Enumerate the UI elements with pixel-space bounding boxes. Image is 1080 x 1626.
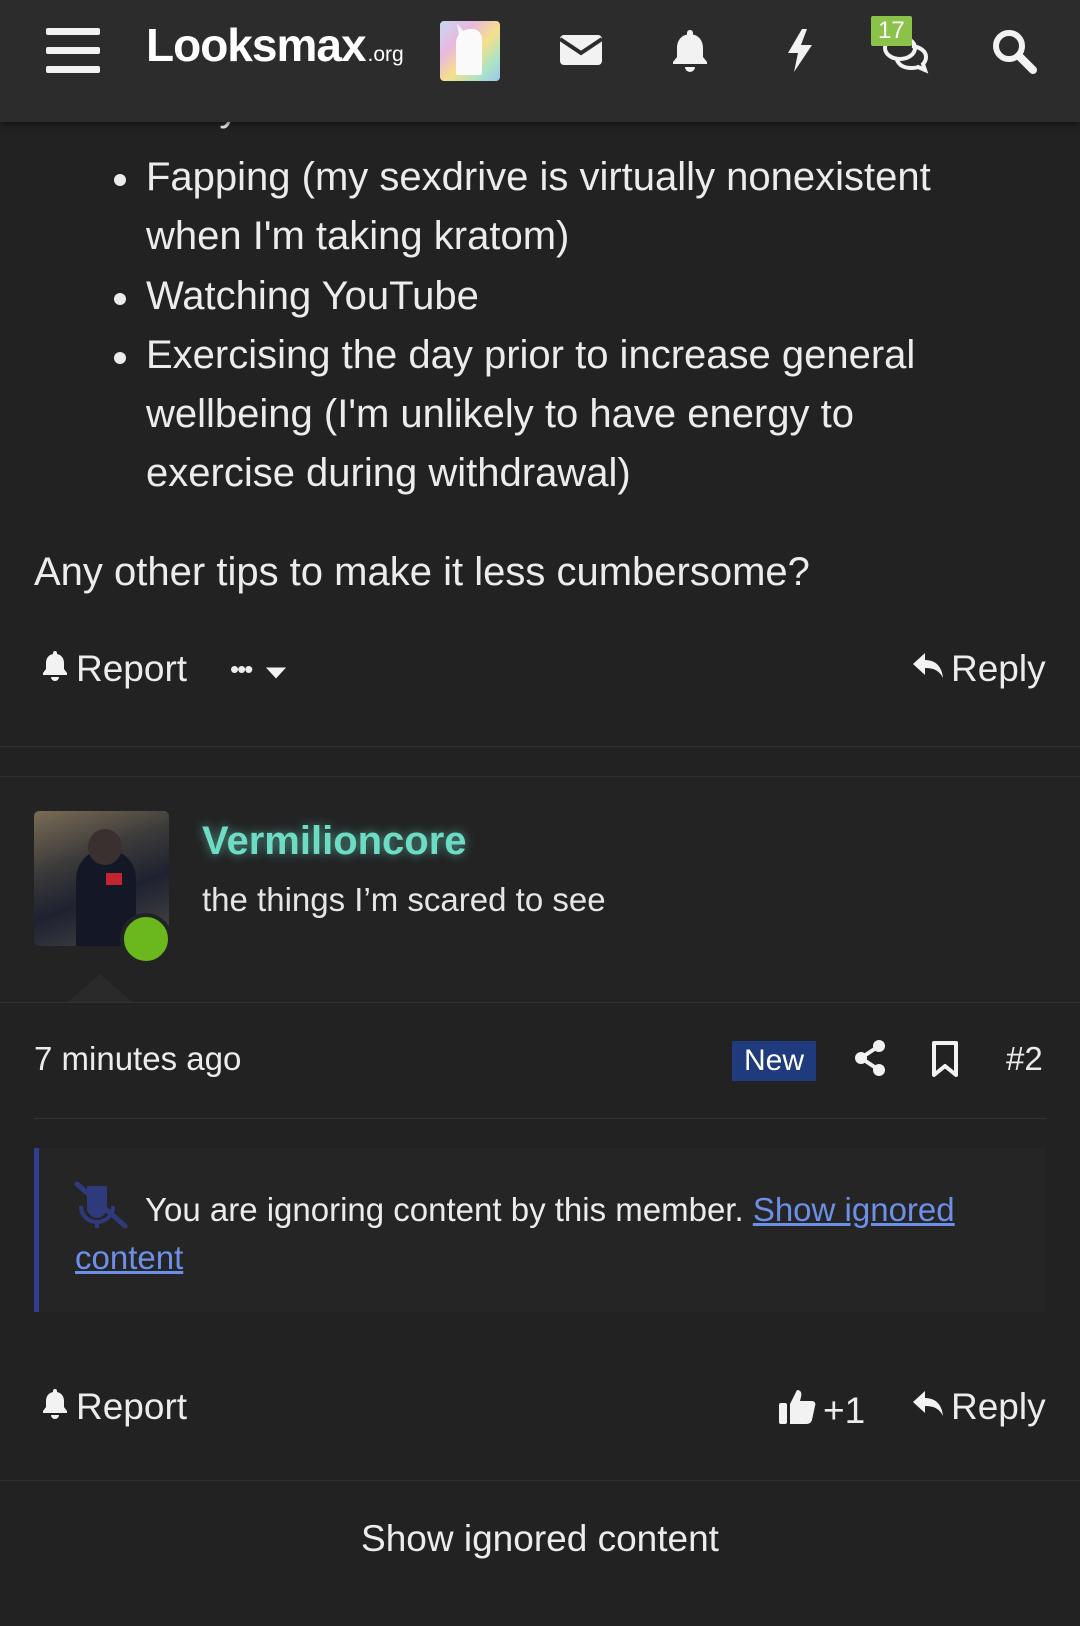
divider (0, 746, 1080, 747)
user-title: the things I’m scared to see (202, 881, 606, 918)
user-block-arrow (0, 974, 1080, 1005)
reply-label: Reply (951, 1386, 1046, 1427)
post-closing-text: Any other tips to make it less cumbersom… (34, 550, 810, 594)
like-count: +1 (823, 1389, 866, 1431)
divider (0, 1002, 1080, 1003)
reply-button[interactable]: Reply (911, 648, 1046, 690)
user-avatar-nav[interactable] (440, 21, 500, 81)
divider (34, 1118, 1046, 1119)
new-badge: New (732, 1041, 817, 1081)
post-1-actions: Report ••• Reply (0, 648, 1080, 748)
post-2-user-block: Vermilioncore the things I’m scared to s… (0, 777, 1080, 1002)
like-button[interactable]: +1 (777, 1386, 865, 1435)
report-label: Report (76, 648, 188, 689)
report-button[interactable]: Report (40, 1386, 187, 1428)
divider (0, 1480, 1080, 1481)
mail-icon[interactable] (557, 26, 605, 74)
reply-button[interactable]: Reply (911, 1386, 1046, 1428)
report-label: Report (76, 1386, 188, 1427)
chat-badge: 17 (871, 16, 912, 46)
logo-suffix: .org (367, 43, 404, 66)
online-status-indicator (120, 913, 172, 965)
search-icon[interactable] (989, 26, 1037, 74)
list-item: Exercising the day prior to increase gen… (114, 326, 1006, 503)
ignored-message: You are ignoring content by this member.… (75, 1186, 1005, 1282)
bolt-icon[interactable] (776, 26, 824, 74)
ellipsis-icon: ••• (230, 653, 253, 684)
reply-icon (911, 648, 945, 690)
username[interactable]: Vermilioncore (202, 819, 467, 864)
logo-text: Looksmax (146, 19, 367, 71)
site-logo[interactable]: Looksmax.org (146, 18, 404, 72)
bell-icon[interactable] (666, 26, 714, 74)
bookmark-icon[interactable] (931, 1040, 959, 1078)
top-nav-bar: Looksmax.org 17 (0, 0, 1080, 122)
list-item: Watching YouTube (114, 267, 1006, 326)
bell-icon (40, 1386, 70, 1428)
more-options-menu[interactable]: ••• (230, 648, 287, 690)
chevron-down-icon (265, 648, 287, 690)
post-timestamp[interactable]: 7 minutes ago (34, 1040, 241, 1078)
reply-icon (911, 1386, 945, 1428)
report-button[interactable]: Report (40, 648, 187, 690)
ignored-notice: You are ignoring content by this member.… (34, 1148, 1046, 1312)
reply-label: Reply (951, 648, 1046, 689)
ignored-text: You are ignoring content by this member. (145, 1191, 744, 1228)
bell-icon (40, 648, 70, 690)
post-number[interactable]: #2 (1006, 1040, 1043, 1078)
show-ignored-content-button[interactable]: Show ignored content (0, 1518, 1080, 1560)
thumbs-up-icon (777, 1386, 817, 1435)
menu-icon[interactable] (46, 28, 100, 74)
share-icon[interactable] (853, 1038, 887, 1078)
list-item: Fapping (my sexdrive is virtually nonexi… (114, 148, 1006, 266)
